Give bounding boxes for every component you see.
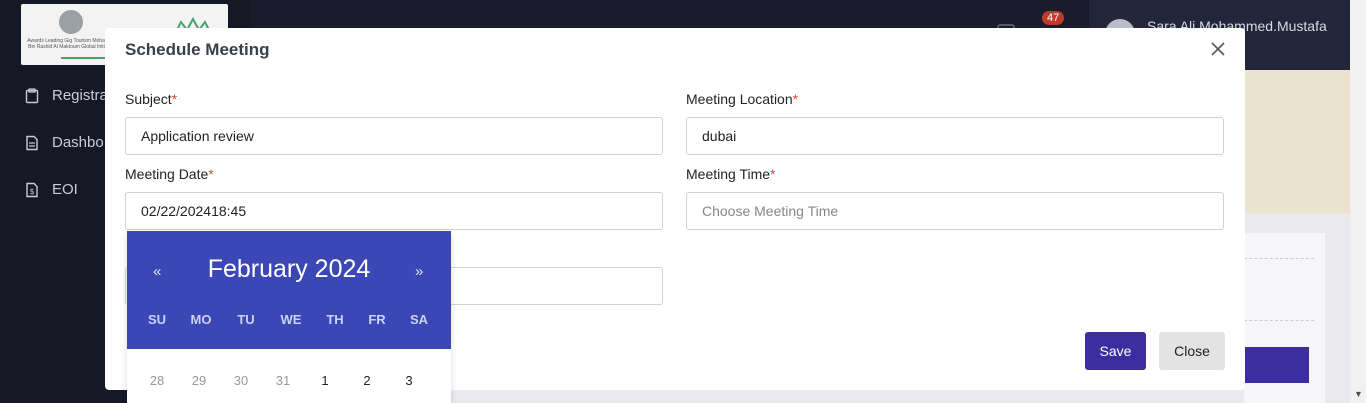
weekday-label: FR <box>368 312 386 327</box>
weekday-label: MO <box>190 312 212 327</box>
datepicker: February 2024 « » SU MO TU WE TH FR SA 2… <box>127 231 451 403</box>
sidebar-item-label: Dashbo <box>52 134 104 151</box>
location-label: Meeting Location* <box>686 91 799 107</box>
document-icon <box>26 135 38 150</box>
time-label: Meeting Time* <box>686 166 776 182</box>
subject-label: Subject* <box>125 91 178 107</box>
weekday-label: SU <box>147 312 167 327</box>
calendar-day[interactable]: 1 <box>304 373 346 388</box>
scroll-down-icon[interactable]: ▼ <box>1354 389 1363 399</box>
prev-month-button[interactable]: « <box>153 263 161 280</box>
close-button[interactable]: Close <box>1159 332 1225 370</box>
calendar-day[interactable]: 2 <box>346 373 388 388</box>
location-input[interactable] <box>686 117 1224 155</box>
sidebar-item-eoi[interactable]: $ EOI <box>24 181 78 198</box>
sidebar-item-label: EOI <box>52 181 78 198</box>
svg-text:$: $ <box>30 187 35 196</box>
calendar-day[interactable]: 30 <box>220 373 262 388</box>
subject-input[interactable] <box>125 117 663 155</box>
calendar-day[interactable]: 31 <box>262 373 304 388</box>
weekday-label: SA <box>409 312 429 327</box>
weekday-label: TH <box>326 312 344 327</box>
file-dollar-icon: $ <box>26 182 38 197</box>
notification-badge: 47 <box>1042 11 1065 25</box>
clipboard-icon <box>25 87 39 103</box>
save-button[interactable]: Save <box>1085 332 1146 370</box>
scrollbar[interactable] <box>1350 0 1366 403</box>
next-month-button[interactable]: » <box>415 263 423 280</box>
month-label: February 2024 <box>207 255 371 283</box>
background-button <box>1244 347 1309 383</box>
date-input[interactable] <box>125 192 663 230</box>
sidebar-item-dashboard[interactable]: Dashbo <box>24 134 104 151</box>
sidebar-item-registration[interactable]: Registra <box>24 87 108 104</box>
weekday-label: TU <box>237 312 255 327</box>
datepicker-header: February 2024 « » SU MO TU WE TH FR SA <box>127 231 451 349</box>
calendar-day[interactable]: 28 <box>136 373 178 388</box>
time-input[interactable] <box>686 192 1224 230</box>
close-icon[interactable] <box>1208 39 1228 59</box>
modal-title: Schedule Meeting <box>125 40 270 59</box>
emblem-icon <box>59 10 83 34</box>
sidebar-item-label: Registra <box>52 87 108 104</box>
calendar-day[interactable]: 29 <box>178 373 220 388</box>
date-label: Meeting Date* <box>125 166 214 182</box>
weekday-label: WE <box>280 312 302 327</box>
calendar-day[interactable]: 3 <box>388 373 430 388</box>
